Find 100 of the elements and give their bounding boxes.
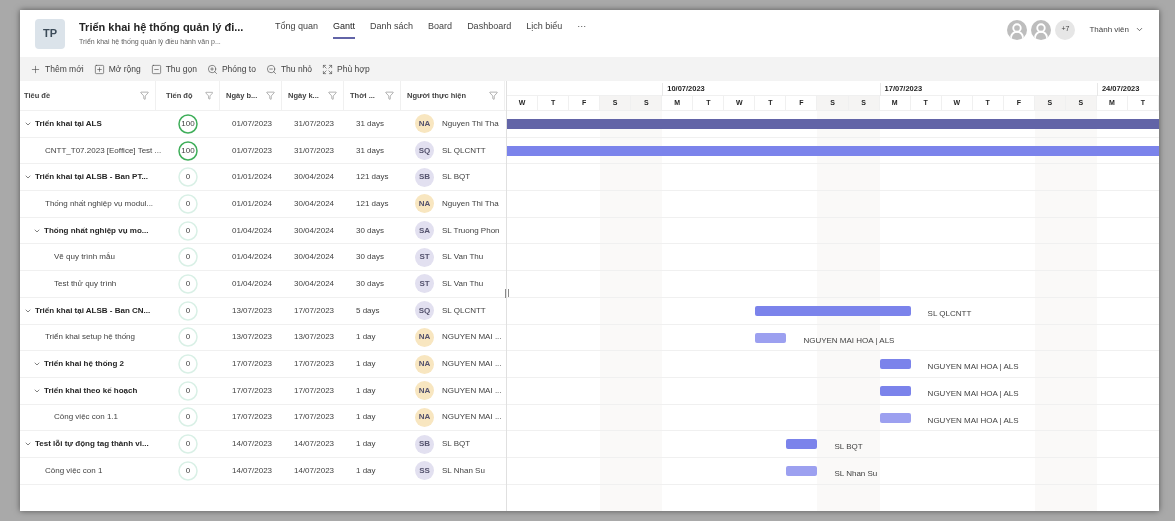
filter-icon[interactable] — [140, 91, 149, 100]
bar-label: SL BQT — [834, 441, 863, 454]
bar-label: NGUYEN MAI HOA | ALS — [927, 361, 1019, 374]
gantt-bar[interactable] — [507, 145, 1159, 156]
duration: 31 days — [355, 144, 386, 157]
progress-value: 0 — [185, 411, 191, 424]
assignee-name: SL Van Thu — [442, 251, 484, 264]
progress-value: 0 — [185, 277, 191, 290]
assignee-name: SL BQT — [442, 438, 471, 451]
gantt-bar[interactable] — [879, 385, 911, 396]
fit-icon — [322, 63, 334, 75]
end-date: 17/07/2023 — [293, 411, 336, 424]
filter-icon[interactable] — [266, 91, 275, 100]
task-title[interactable]: Triển khai hệ thống 2 — [44, 358, 124, 371]
assignee-avatar: SQ — [415, 301, 434, 321]
filter-icon[interactable] — [385, 91, 394, 100]
filter-icon[interactable] — [489, 91, 498, 100]
duration: 31 days — [355, 117, 386, 130]
progress-value: 0 — [185, 464, 191, 477]
tab[interactable]: ··· — [577, 19, 587, 40]
end-date: 31/07/2023 — [293, 117, 336, 130]
gantt-bar[interactable] — [879, 359, 911, 370]
toolbar-button[interactable]: Thu gọn — [150, 62, 197, 76]
start-date: 17/07/2023 — [231, 384, 274, 397]
assignee-avatar: SQ — [415, 141, 434, 161]
duration: 1 day — [355, 438, 377, 451]
task-title[interactable]: Công việc con 1 — [45, 464, 103, 477]
duration: 1 day — [355, 331, 377, 344]
task-title[interactable]: Triển khai tại ALSB - Ban PT... — [35, 171, 149, 184]
duration: 30 days — [355, 251, 386, 264]
zoom-in-icon — [206, 63, 218, 75]
start-date: 14/07/2023 — [231, 438, 274, 451]
splitter-handle[interactable] — [505, 289, 509, 298]
tab[interactable]: Board — [428, 19, 453, 40]
assignee-name: SL QLCNTT — [442, 304, 486, 317]
duration: 1 day — [355, 358, 377, 371]
project-badge: TP — [35, 18, 65, 49]
assignee-avatar: SS — [415, 461, 434, 481]
task-title[interactable]: Triển khai theo kế hoạch — [44, 384, 138, 397]
tab[interactable]: Lịch biểu — [526, 19, 563, 40]
task-title[interactable]: Test thử quy trình — [54, 277, 117, 290]
toolbar-button[interactable]: Mở rộng — [93, 62, 141, 76]
assignee-avatar: NA — [415, 407, 434, 427]
task-title[interactable]: CNTT_T07.2023 [Eoffice] Test ... — [45, 144, 162, 157]
tab[interactable]: Dashboard — [467, 19, 512, 40]
task-title[interactable]: Thống nhất nghiệp vụ mo... — [44, 224, 149, 237]
assignee-avatar: NA — [415, 354, 434, 374]
start-date: 01/07/2023 — [231, 144, 274, 157]
chevron-down-icon — [1135, 25, 1144, 34]
end-date: 31/07/2023 — [293, 144, 336, 157]
progress-value: 0 — [185, 304, 191, 317]
task-title[interactable]: Triển khai tại ALSB - Ban CN... — [35, 304, 151, 317]
end-date: 30/04/2024 — [293, 277, 336, 290]
tab[interactable]: Danh sách — [370, 19, 414, 40]
progress-value: 0 — [185, 171, 191, 184]
task-title[interactable]: Triển khai setup hệ thống — [45, 331, 135, 344]
tab[interactable]: Gantt — [333, 19, 356, 40]
assignee-avatar: ST — [415, 247, 434, 267]
assignee-avatar: NA — [415, 114, 434, 134]
filter-icon[interactable] — [328, 91, 337, 100]
gantt-bar[interactable] — [755, 305, 911, 316]
duration: 5 days — [355, 304, 381, 317]
project-title: Triển khai hệ thống quản lý đi... — [79, 19, 244, 34]
end-date: 17/07/2023 — [293, 384, 336, 397]
toolbar-button[interactable]: Phóng to — [206, 62, 256, 76]
start-date: 17/07/2023 — [231, 358, 274, 371]
assignee-name: SL Van Thu — [442, 277, 484, 290]
members-dropdown[interactable]: Thành viên — [1089, 23, 1144, 36]
duration: 30 days — [355, 224, 386, 237]
task-title[interactable]: Vẽ quy trình mẫu — [54, 251, 115, 264]
filter-icon[interactable] — [204, 91, 213, 100]
assignee-name: NGUYEN MAI ... — [442, 411, 502, 424]
start-date: 01/07/2023 — [231, 117, 274, 130]
end-date: 17/07/2023 — [293, 304, 336, 317]
gantt-bar[interactable] — [786, 439, 818, 450]
gantt-bar[interactable] — [879, 412, 911, 423]
toolbar-button[interactable]: Thu nhỏ — [265, 62, 313, 76]
assignee-avatar: NA — [415, 327, 434, 347]
task-title[interactable]: Test lỗi tự động tag thành vi... — [35, 438, 149, 451]
toolbar-button[interactable]: Phù hợp — [322, 62, 370, 76]
task-title[interactable]: Triển khai tại ALS — [35, 117, 102, 130]
bar-label: NGUYEN MAI HOA | ALS — [927, 387, 1019, 400]
assignee-name: Nguyen Thi Tha — [442, 117, 499, 130]
assignee-avatar: NA — [415, 381, 434, 401]
progress-value: 0 — [185, 438, 191, 451]
end-date: 13/07/2023 — [293, 331, 336, 344]
add-icon — [30, 63, 41, 75]
start-date: 01/04/2024 — [231, 251, 274, 264]
start-date: 01/01/2024 — [231, 171, 274, 184]
gantt-bar[interactable] — [755, 332, 787, 343]
duration: 121 days — [355, 171, 390, 184]
gantt-bar[interactable] — [786, 465, 818, 476]
task-title[interactable]: Thống nhất nghiệp vụ modul... — [45, 197, 154, 210]
end-date: 30/04/2024 — [293, 251, 336, 264]
assignee-avatar: ST — [415, 274, 434, 294]
task-title[interactable]: Công việc con 1.1 — [54, 411, 119, 424]
toolbar-button[interactable]: Thêm mới — [30, 62, 84, 76]
assignee-avatar: NA — [415, 194, 434, 214]
assignee-avatar: SB — [415, 434, 434, 454]
tab[interactable]: Tổng quan — [275, 19, 319, 40]
